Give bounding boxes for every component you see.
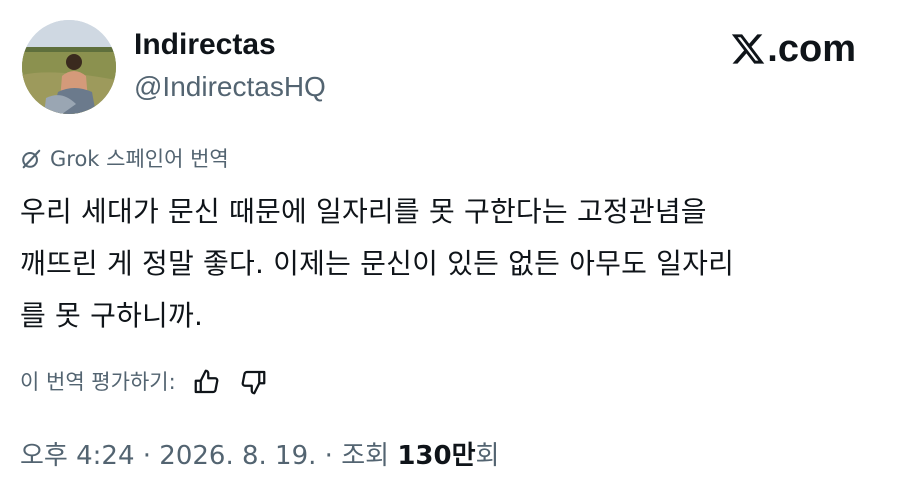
views-count: 130만 bbox=[397, 441, 476, 471]
translation-indicator: Grok 스페인어 번역 bbox=[20, 146, 229, 172]
x-logo-icon bbox=[732, 34, 765, 64]
translation-rating: 이 번역 평가하기: bbox=[20, 365, 270, 399]
thumbs-up-icon bbox=[194, 369, 219, 394]
tweet-meta: 오후 4:24 · 2026. 8. 19. · 조회 130만 회 bbox=[20, 440, 499, 472]
tweet-text: 우리 세대가 문신 때문에 일자리를 못 구한다는 고정관념을 깨뜨린 게 정말… bbox=[20, 195, 735, 332]
thumbs-up-button[interactable] bbox=[190, 365, 224, 399]
thumbs-down-button[interactable] bbox=[236, 365, 270, 399]
grok-icon bbox=[22, 149, 41, 169]
user-handle[interactable]: @IndirectasHQ bbox=[134, 70, 326, 104]
avatar[interactable] bbox=[22, 20, 116, 114]
timestamp[interactable]: 오후 4:24 · 2026. 8. 19. · 조회 bbox=[20, 440, 397, 472]
rating-label: 이 번역 평가하기: bbox=[20, 370, 176, 394]
avatar-photo bbox=[22, 20, 116, 114]
views-suffix: 회 bbox=[475, 441, 500, 471]
brand-watermark: .com bbox=[730, 26, 856, 72]
translation-label: Grok 스페인어 번역 bbox=[50, 147, 229, 171]
display-name[interactable]: Indirectas bbox=[134, 27, 276, 63]
brand-domain: .com bbox=[767, 28, 856, 70]
thumbs-down-icon bbox=[241, 370, 266, 395]
